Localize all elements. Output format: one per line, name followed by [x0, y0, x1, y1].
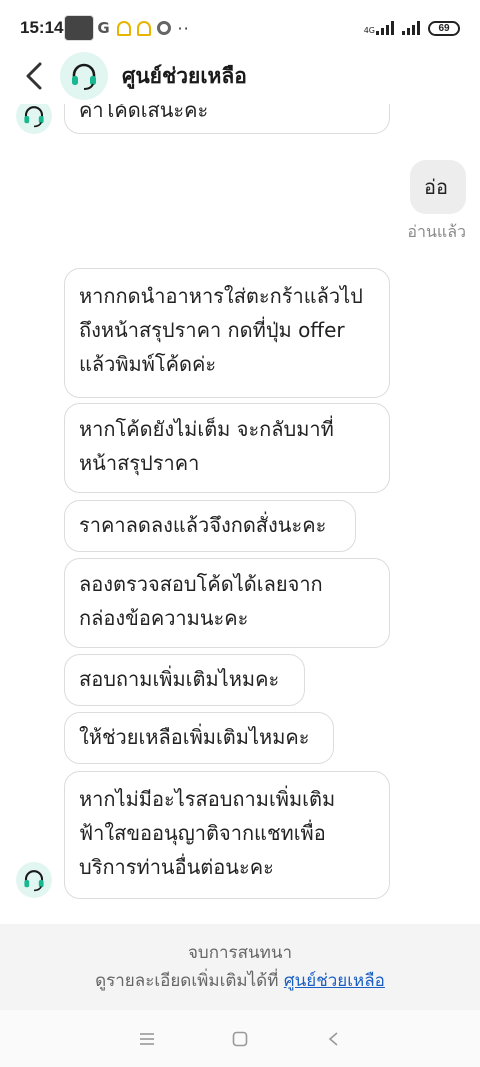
menu-icon — [139, 1032, 154, 1045]
chat-messages[interactable]: ค่าโค้ดเสนะคะ อ่อ อ่านแล้ว หากกดนำอาหารใ… — [0, 104, 480, 924]
message-text: ราคาลดลงแล้วจึงกดสั่งนะคะ — [79, 513, 327, 537]
agent-avatar — [16, 104, 52, 134]
page-title: ศูนย์ช่วยเหลือ — [122, 63, 247, 88]
back-triangle-icon — [329, 1031, 338, 1046]
message-line: หน้าสรุปราคา — [79, 451, 200, 475]
bell-icon — [117, 20, 132, 36]
browser-icon — [157, 21, 172, 35]
agent-message: ราคาลดลงแล้วจึงกดสั่งนะคะ — [64, 500, 356, 552]
message-line: หากไม่มีอะไรสอบถามเพิ่มเติม — [79, 787, 336, 811]
help-center-link[interactable]: ศูนย์ช่วยเหลือ — [284, 971, 385, 991]
back-button[interactable] — [14, 54, 54, 98]
agent-message: สอบถามเพิ่มเติมไหมคะ — [64, 654, 305, 706]
status-notification-icons: G ·· — [64, 15, 190, 41]
message-text: อ่อ — [424, 175, 449, 199]
headset-icon — [24, 870, 44, 892]
system-nav-bar — [0, 1010, 480, 1067]
square-icon — [232, 1031, 248, 1046]
network-type: 4G — [363, 26, 375, 35]
status-system-icons: 4G 69 — [363, 20, 460, 36]
agent-message: หากกดนำอาหารใส่ตะกร้าแล้วไป ถึงหน้าสรุปร… — [64, 268, 390, 398]
agent-message: ลองตรวจสอบโค้ดได้เลยจาก กล่องข้อความนะคะ — [64, 558, 390, 648]
status-time: 15:14 — [20, 18, 64, 37]
message-line: หากกดนำอาหารใส่ตะกร้าแล้วไป — [79, 284, 363, 308]
help-details-text: ดูรายละเอียดเพิ่มเติมได้ที่ — [95, 971, 279, 991]
message-line: กล่องข้อความนะคะ — [79, 606, 249, 630]
agent-message: ค่าโค้ดเสนะคะ — [64, 104, 390, 134]
more-notifications-icon: ·· — [177, 18, 190, 38]
conversation-ended-text: จบการสนทนา — [187, 943, 293, 963]
headset-icon — [24, 106, 44, 128]
agent-message: หากไม่มีอะไรสอบถามเพิ่มเติม ฟ้าใสขออนุญา… — [64, 771, 390, 899]
message-text: ค่าโค้ดเสนะคะ — [79, 104, 209, 122]
chevron-left-icon — [26, 62, 42, 90]
agent-message: หากโค้ดยังไม่เต็ม จะกลับมาที่ หน้าสรุปรา… — [64, 403, 390, 493]
agent-avatar — [16, 862, 52, 898]
bell-icon — [137, 20, 152, 36]
recent-apps-button[interactable] — [132, 1024, 162, 1054]
home-button[interactable] — [225, 1024, 255, 1054]
message-line: ถึงหน้าสรุปราคา กดที่ปุ่ม offer — [79, 318, 345, 342]
message-line: บริการท่านอื่นต่อนะคะ — [79, 855, 274, 879]
chat-header: ศูนย์ช่วยเหลือ — [0, 48, 480, 104]
help-details-line: ดูรายละเอียดเพิ่มเติมได้ที่ ศูนย์ช่วยเหล… — [0, 966, 480, 996]
message-line: แล้วพิมพ์โค้ดค่ะ — [79, 352, 217, 376]
conversation-ended-panel: จบการสนทนา ดูรายละเอียดเพิ่มเติมได้ที่ ศ… — [0, 924, 480, 1010]
system-back-button[interactable] — [318, 1024, 348, 1054]
read-status: อ่านแล้ว — [407, 222, 466, 241]
message-text: ให้ช่วยเหลือเพิ่มเติมไหมคะ — [79, 725, 310, 749]
message-line: หากโค้ดยังไม่เต็ม จะกลับมาที่ — [79, 417, 334, 441]
message-text: สอบถามเพิ่มเติมไหมคะ — [79, 667, 280, 691]
signal-icon — [376, 21, 394, 35]
agent-avatar — [60, 52, 108, 100]
message-line: ฟ้าใสขออนุญาติจากแชทเพื่อ — [79, 821, 326, 845]
g-app-icon: G — [97, 19, 110, 37]
user-message: อ่อ — [410, 160, 466, 214]
signal-icon — [402, 21, 420, 35]
agent-message: ให้ช่วยเหลือเพิ่มเติมไหมคะ — [64, 712, 334, 764]
chat-app-icon — [64, 15, 94, 41]
battery-icon: 69 — [428, 20, 460, 36]
message-line: ลองตรวจสอบโค้ดได้เลยจาก — [79, 572, 323, 596]
headset-icon — [72, 63, 96, 90]
